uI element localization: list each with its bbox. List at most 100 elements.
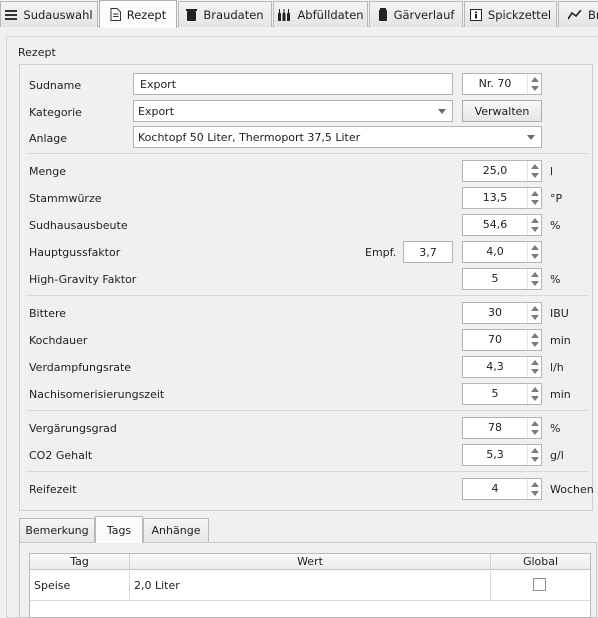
- high-gravity-stepper[interactable]: 5: [462, 268, 542, 290]
- verdampfungsrate-unit: l/h: [550, 361, 564, 374]
- column-header-wert[interactable]: Wert: [130, 554, 491, 570]
- reifezeit-label: Reifezeit: [29, 483, 77, 496]
- stepper-arrows[interactable]: [527, 479, 541, 499]
- stepper-down-icon[interactable]: [531, 430, 539, 435]
- anlage-select[interactable]: Kochtopf 50 Liter, Thermoport 37,5 Liter: [133, 126, 542, 148]
- fermenter-icon: [378, 8, 387, 21]
- stepper-up-icon[interactable]: [531, 448, 539, 453]
- kategorie-select[interactable]: Export: [133, 100, 453, 122]
- nachisomerisierungszeit-stepper[interactable]: 5: [462, 383, 542, 405]
- sudhausausbeute-unit: %: [550, 219, 561, 232]
- anlage-label: Anlage: [29, 132, 68, 145]
- stepper-arrows[interactable]: [527, 445, 541, 465]
- stepper-up-icon[interactable]: [531, 191, 539, 196]
- stammwuerze-unit: °P: [550, 192, 563, 205]
- tab-label: Spickzettel: [487, 7, 552, 22]
- stepper-up-icon[interactable]: [531, 482, 539, 487]
- stepper-up-icon[interactable]: [531, 218, 539, 223]
- tab-abfuelldaten[interactable]: Abfülldaten: [273, 1, 368, 27]
- tab-tags[interactable]: Tags: [95, 516, 143, 543]
- empf-label: Empf.: [365, 246, 397, 259]
- stepper-up-icon[interactable]: [531, 164, 539, 169]
- divider: [26, 410, 589, 411]
- stepper-down-icon[interactable]: [531, 281, 539, 286]
- tags-table: Tag Wert Global Speise 2,0 Liter: [29, 553, 591, 618]
- tab-spickzettel[interactable]: Spickzettel: [464, 1, 557, 27]
- hamburger-menu-icon: [5, 9, 18, 20]
- stepper-arrows[interactable]: [527, 384, 541, 404]
- tab-sudauswahl[interactable]: Sudauswahl: [0, 1, 98, 27]
- stepper-down-icon[interactable]: [531, 173, 539, 178]
- tab-rezept[interactable]: Rezept: [99, 0, 177, 28]
- stammwuerze-stepper[interactable]: 13,5: [462, 187, 542, 209]
- stepper-down-icon[interactable]: [531, 315, 539, 320]
- sudhausausbeute-value: 54,6: [482, 218, 508, 231]
- stepper-arrows[interactable]: [527, 188, 541, 208]
- stepper-arrows[interactable]: [527, 357, 541, 377]
- menge-stepper[interactable]: 25,0: [462, 160, 542, 182]
- nachisomerisierungszeit-value: 5: [491, 387, 499, 400]
- kettle-icon: [186, 8, 198, 21]
- stepper-up-icon[interactable]: [531, 272, 539, 277]
- stepper-up-icon[interactable]: [531, 333, 539, 338]
- verdampfungsrate-stepper[interactable]: 4,3: [462, 356, 542, 378]
- empf-value: 3,7: [403, 241, 453, 263]
- tab-braudaten[interactable]: Braudaten: [178, 1, 272, 27]
- stepper-arrows[interactable]: [527, 215, 541, 235]
- vergaerungsgrad-unit: %: [550, 422, 561, 435]
- stepper-down-icon[interactable]: [531, 457, 539, 462]
- verdampfungsrate-label: Verdampfungsrate: [29, 361, 132, 374]
- stepper-up-icon[interactable]: [531, 421, 539, 426]
- stepper-up-icon[interactable]: [531, 387, 539, 392]
- stepper-arrows[interactable]: [527, 269, 541, 289]
- co2-gehalt-stepper[interactable]: 5,3: [462, 444, 542, 466]
- stepper-up-icon[interactable]: [531, 245, 539, 250]
- column-header-global[interactable]: Global: [491, 554, 590, 570]
- stepper-arrows[interactable]: [527, 242, 541, 262]
- stepper-arrows[interactable]: [527, 303, 541, 323]
- stepper-down-icon[interactable]: [531, 396, 539, 401]
- stepper-down-icon[interactable]: [531, 369, 539, 374]
- stepper-up-icon[interactable]: [531, 306, 539, 311]
- tab-brauuebersicht[interactable]: Br: [558, 1, 598, 27]
- hauptgussfaktor-label: Hauptgussfaktor: [29, 246, 121, 259]
- stepper-down-icon[interactable]: [531, 342, 539, 347]
- tab-anhaenge[interactable]: Anhänge: [143, 518, 209, 542]
- kochdauer-stepper[interactable]: 70: [462, 329, 542, 351]
- stepper-arrows[interactable]: [527, 74, 541, 94]
- vergaerungsgrad-value: 78: [488, 421, 502, 434]
- main-tab-bar: Sudauswahl Rezept Braudaten Abfülldaten …: [0, 0, 598, 28]
- stepper-up-icon[interactable]: [531, 360, 539, 365]
- global-checkbox[interactable]: [533, 578, 546, 591]
- sudhausausbeute-label: Sudhausausbeute: [29, 219, 128, 232]
- stammwuerze-label: Stammwürze: [29, 192, 102, 205]
- vergaerungsgrad-stepper[interactable]: 78: [462, 417, 542, 439]
- verwalten-button[interactable]: Verwalten: [462, 100, 542, 122]
- bittere-unit: IBU: [550, 307, 569, 320]
- sudname-input[interactable]: Export: [133, 73, 453, 95]
- stepper-down-icon[interactable]: [531, 86, 539, 91]
- stepper-down-icon[interactable]: [531, 200, 539, 205]
- tab-gaerverlauf[interactable]: Gärverlauf: [369, 1, 463, 27]
- hauptgussfaktor-stepper[interactable]: 4,0: [462, 241, 542, 263]
- stepper-arrows[interactable]: [527, 330, 541, 350]
- stepper-down-icon[interactable]: [531, 491, 539, 496]
- divider: [26, 295, 589, 296]
- stepper-up-icon[interactable]: [531, 77, 539, 82]
- stepper-arrows[interactable]: [527, 161, 541, 181]
- stepper-down-icon[interactable]: [531, 227, 539, 232]
- tab-bemerkung[interactable]: Bemerkung: [19, 518, 95, 542]
- cell-tag[interactable]: Speise: [30, 571, 130, 601]
- cell-wert[interactable]: 2,0 Liter: [130, 571, 491, 601]
- reifezeit-stepper[interactable]: 4: [462, 478, 542, 500]
- tab-label: Sudauswahl: [23, 7, 93, 22]
- stepper-arrows[interactable]: [527, 418, 541, 438]
- menge-unit: l: [550, 165, 554, 178]
- column-header-tag[interactable]: Tag: [30, 554, 130, 570]
- sud-number-stepper[interactable]: Nr. 70: [462, 73, 542, 95]
- bittere-stepper[interactable]: 30: [462, 302, 542, 324]
- kochdauer-value: 70: [488, 333, 502, 346]
- stepper-down-icon[interactable]: [531, 254, 539, 259]
- sudhausausbeute-stepper[interactable]: 54,6: [462, 214, 542, 236]
- sud-number-value: Nr. 70: [478, 77, 512, 90]
